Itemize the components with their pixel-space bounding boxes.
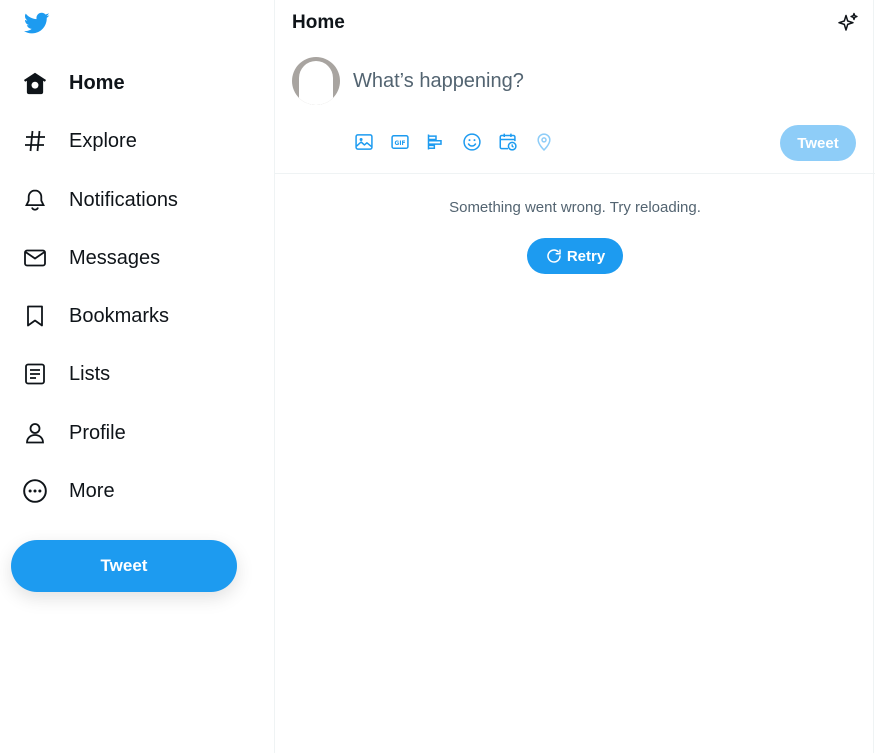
envelope-icon <box>22 245 48 271</box>
sidebar-item-explore[interactable]: Explore <box>12 117 157 165</box>
person-icon <box>22 420 48 446</box>
poll-icon[interactable] <box>425 131 447 153</box>
sidebar-item-label: Notifications <box>69 188 178 211</box>
sidebar-item-label: Home <box>69 71 125 94</box>
image-icon[interactable] <box>353 131 375 153</box>
hashtag-icon <box>22 128 48 154</box>
compose-tweet-button[interactable]: Tweet <box>780 125 856 161</box>
avatar[interactable] <box>292 57 340 105</box>
page-title: Home <box>292 12 345 33</box>
list-icon <box>22 361 48 387</box>
sidebar-item-home[interactable]: Home <box>12 59 145 107</box>
retry-button[interactable]: Retry <box>527 238 623 274</box>
sparkle-icon[interactable] <box>836 11 860 35</box>
home-timeline: Home GIF Tweet Something went wrong. Try… <box>274 0 875 753</box>
bell-icon <box>22 187 48 213</box>
gif-icon[interactable]: GIF <box>389 131 411 153</box>
retry-label: Retry <box>566 247 606 265</box>
sidebar-tweet-button[interactable]: Tweet <box>11 540 237 592</box>
sidebar-item-profile[interactable]: Profile <box>12 409 146 457</box>
home-icon <box>22 70 48 96</box>
sidebar-item-label: Lists <box>69 362 111 385</box>
sidebar-item-label: Messages <box>69 246 161 269</box>
sidebar-item-label: Bookmarks <box>69 304 170 327</box>
sidebar-item-messages[interactable]: Messages <box>12 234 180 282</box>
sidebar: Home Explore Notifications Messages Book… <box>0 0 274 753</box>
sidebar-item-lists[interactable]: Lists <box>12 350 130 398</box>
emoji-icon[interactable] <box>461 131 483 153</box>
sidebar-item-more[interactable]: More <box>12 467 135 515</box>
schedule-icon[interactable] <box>497 131 519 153</box>
sidebar-item-label: More <box>69 479 115 502</box>
sidebar-item-label: Explore <box>69 129 137 152</box>
more-circle-icon <box>22 478 48 504</box>
svg-text:GIF: GIF <box>395 141 406 147</box>
location-icon <box>533 131 555 153</box>
sidebar-item-notifications[interactable]: Notifications <box>12 176 198 224</box>
error-message: Something went wrong. Try reloading. <box>449 199 701 216</box>
refresh-icon <box>547 249 561 263</box>
twitter-bird-icon[interactable] <box>22 10 54 38</box>
bookmark-icon <box>22 303 48 329</box>
sidebar-item-bookmarks[interactable]: Bookmarks <box>12 292 189 340</box>
compose-input[interactable] <box>353 70 773 93</box>
divider <box>275 173 875 174</box>
sidebar-item-label: Profile <box>69 421 126 444</box>
